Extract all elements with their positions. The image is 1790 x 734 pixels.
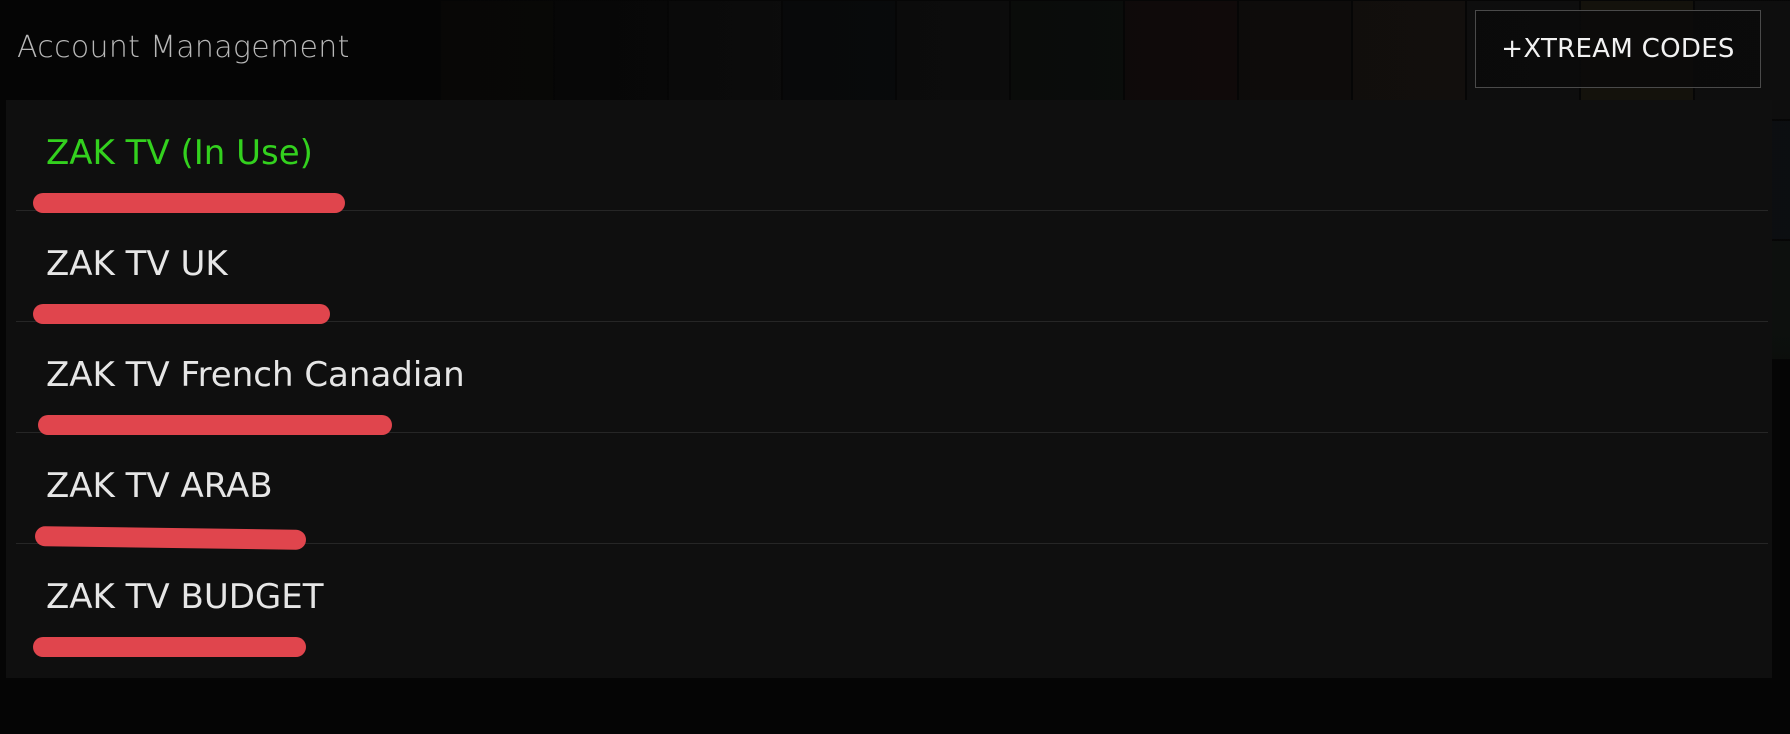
redaction-mark [38,415,392,435]
account-item[interactable]: ZAK TV French Canadian [16,322,1768,435]
account-name: ZAK TV BUDGET [46,577,324,617]
account-name: ZAK TV (In Use) [46,133,313,173]
account-name: ZAK TV French Canadian [46,355,465,395]
redaction-mark [33,193,345,213]
page-title: Account Management [17,30,350,65]
account-name: ZAK TV ARAB [46,466,273,506]
account-name: ZAK TV UK [46,244,228,284]
account-item[interactable]: ZAK TV BUDGET [16,544,1768,657]
redaction-mark [33,304,330,324]
accounts-panel: ZAK TV (In Use) ZAK TV UK ZAK TV French … [6,100,1772,678]
account-item[interactable]: ZAK TV UK [16,211,1768,324]
add-xtream-codes-button[interactable]: +XTREAM CODES [1475,10,1761,88]
account-item[interactable]: ZAK TV (In Use) [16,100,1768,213]
redaction-mark [33,637,306,657]
account-list: ZAK TV (In Use) ZAK TV UK ZAK TV French … [16,100,1768,657]
account-item[interactable]: ZAK TV ARAB [16,433,1768,550]
account-management-screen: Account Management +XTREAM CODES ZAK TV … [0,0,1790,734]
